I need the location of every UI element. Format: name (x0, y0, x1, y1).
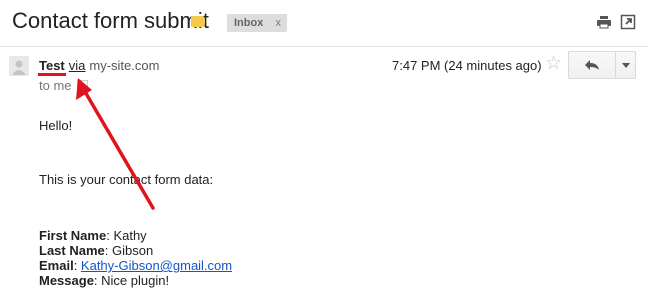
inbox-label-text: Inbox (234, 17, 264, 29)
header-divider (0, 46, 648, 47)
more-options-button[interactable] (616, 52, 635, 78)
recipient-text: to me (39, 78, 72, 93)
field-label: First Name (39, 228, 107, 243)
intro-text: This is your contact form data: (39, 172, 214, 187)
email-link[interactable]: Kathy-Gibson@gmail.com (81, 258, 232, 273)
default-avatar-icon (9, 56, 29, 76)
sender-name[interactable]: Test (39, 58, 65, 73)
field-label: Email (39, 258, 74, 273)
field-first-name: First Name: Kathy (39, 228, 147, 243)
sender-line: Test via my-site.com (39, 58, 159, 73)
reply-icon (585, 60, 599, 70)
reply-button[interactable] (569, 52, 616, 78)
star-icon[interactable]: ☆ (545, 54, 562, 74)
field-value: Gibson (111, 243, 154, 258)
field-value: Kathy (113, 228, 147, 243)
field-separator: : (73, 258, 81, 273)
field-last-name: Last Name: Gibson (39, 243, 153, 258)
new-window-icon[interactable] (620, 14, 636, 30)
reply-button-group (568, 51, 636, 79)
message-timestamp: 7:47 PM (24 minutes ago) (392, 58, 542, 73)
field-separator: : (104, 243, 112, 258)
inbox-label-chip: Inbox x (227, 14, 287, 32)
field-value: Nice plugin! (101, 273, 170, 288)
dropdown-arrow-icon (621, 62, 630, 68)
remove-label-button[interactable]: x (276, 17, 282, 29)
via-link[interactable]: via (69, 58, 86, 73)
annotation-underline (38, 73, 66, 76)
email-subject: Contact form submit (12, 8, 209, 33)
important-label-icon[interactable] (191, 16, 205, 27)
field-message: Message: Nice plugin! (39, 273, 169, 288)
show-details-icon[interactable] (76, 80, 88, 92)
recipient-line: to me (39, 78, 88, 93)
field-label: Message (39, 273, 94, 288)
greeting-text: Hello! (39, 118, 73, 133)
sender-domain: my-site.com (89, 58, 160, 73)
print-icon[interactable] (596, 14, 612, 30)
field-label: Last Name (39, 243, 105, 258)
field-email: Email: Kathy-Gibson@gmail.com (39, 258, 232, 273)
